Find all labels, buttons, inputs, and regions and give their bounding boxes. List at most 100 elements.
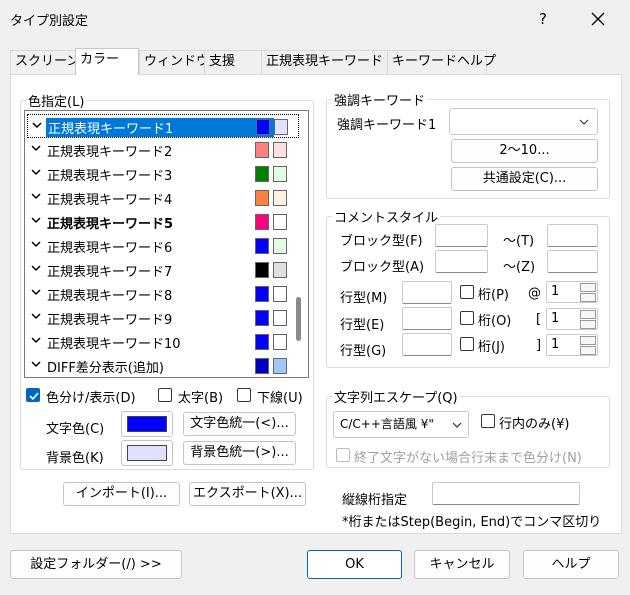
list-item[interactable]: 正規表現キーワード10	[27, 330, 299, 354]
help-title-button[interactable]: ?	[532, 7, 554, 31]
text-color-button[interactable]	[121, 411, 173, 437]
col-j-value: 1	[551, 337, 560, 352]
block-a-input[interactable]	[435, 250, 488, 273]
block-t-input[interactable]	[547, 224, 598, 247]
common-settings-button[interactable]: 共通設定(C)...	[451, 167, 598, 191]
spin-up-icon[interactable]	[580, 283, 596, 292]
col-o-spinner[interactable]: 1	[546, 308, 598, 330]
close-icon[interactable]	[586, 7, 610, 31]
col-j-checkbox[interactable]	[460, 337, 474, 351]
escape-group-label: 文字列エスケープ(Q)	[332, 387, 460, 406]
bg-color-swatch	[273, 190, 287, 206]
block-z-input[interactable]	[547, 250, 598, 273]
spin-up-icon[interactable]	[580, 336, 596, 345]
unify-text-color-button[interactable]: 文字色統一(<)...	[183, 412, 296, 436]
bg-color-swatch	[273, 334, 287, 350]
check-mark-icon	[31, 265, 41, 272]
list-item-label: 正規表現キーワード1	[46, 118, 274, 137]
list-item[interactable]: 正規表現キーワード6	[27, 234, 299, 258]
escape-select-value: C/C++言語風 ¥"	[340, 417, 434, 431]
vline-hint: *桁またはStep(Begin, End)でコンマ区切り	[342, 515, 602, 530]
line-e-input[interactable]	[402, 307, 452, 330]
list-item-label: 正規表現キーワード3	[47, 169, 173, 184]
col-o-checkbox[interactable]	[460, 311, 474, 325]
spin-down-icon[interactable]	[580, 320, 596, 329]
scrollbar-thumb[interactable]	[296, 297, 301, 341]
help-button[interactable]: ヘルプ	[523, 550, 619, 579]
spin-down-icon[interactable]	[580, 293, 596, 302]
right-bracket-symbol: ]	[536, 338, 542, 353]
line-g-input[interactable]	[402, 333, 452, 356]
check-mark-icon	[31, 169, 41, 176]
col-j-spinner[interactable]: 1	[546, 334, 598, 356]
spin-up-icon[interactable]	[580, 310, 596, 319]
emphasis-kw1-select[interactable]	[449, 108, 598, 135]
comment-group-label: コメントスタイル	[332, 207, 441, 226]
unify-bg-color-button[interactable]: 背景色統一(>)...	[183, 441, 296, 465]
check-mark-icon	[31, 145, 41, 152]
list-item[interactable]: 正規表現キーワード5	[27, 210, 299, 234]
line-only-checkbox[interactable]	[481, 414, 495, 428]
list-item[interactable]: 正規表現キーワード8	[27, 282, 299, 306]
chevron-down-icon	[452, 422, 462, 428]
list-item-label: DIFF差分表示(追加)	[47, 361, 164, 376]
list-item[interactable]: 正規表現キーワード9	[27, 306, 299, 330]
fg-color-swatch	[256, 119, 270, 135]
underline-checkbox[interactable]	[237, 388, 251, 402]
bg-color-swatch	[273, 166, 287, 182]
color-list[interactable]: 正規表現キーワード1 正規表現キーワード2 正規表現キーワード3 正規表現キーワード4…	[24, 110, 309, 378]
list-item-label: 正規表現キーワード4	[47, 193, 173, 208]
bg-color-swatch	[273, 238, 287, 254]
line-only-label: 行内のみ(¥)	[499, 417, 570, 432]
export-button[interactable]: エクスポート(X)...	[189, 482, 306, 506]
cancel-button[interactable]: キャンセル	[414, 550, 510, 579]
settings-folder-button[interactable]: 設定フォルダー(/) >>	[10, 550, 182, 579]
bold-label: 太字(B)	[178, 391, 224, 406]
tab-window[interactable]: ウィンドウ	[139, 50, 209, 74]
list-item[interactable]: 正規表現キーワード1	[27, 114, 299, 138]
color-display-checkbox[interactable]	[26, 388, 40, 402]
check-mark-icon	[31, 361, 41, 368]
vline-input[interactable]	[432, 482, 580, 505]
col-p-spinner[interactable]: 1	[546, 281, 598, 303]
tab-screen[interactable]: スクリーン	[10, 50, 79, 74]
list-item[interactable]: 正規表現キーワード3	[27, 162, 299, 186]
col-j-label: 桁(J)	[478, 340, 505, 355]
list-item-label: 正規表現キーワード6	[47, 241, 173, 256]
block-f-label: ブロック型(F)	[340, 234, 423, 249]
line-m-input[interactable]	[402, 281, 452, 304]
at-symbol: @	[528, 286, 541, 301]
tab-color[interactable]: カラー	[75, 48, 139, 75]
list-item[interactable]: 正規表現キーワード2	[27, 138, 299, 162]
fg-color-swatch	[255, 262, 269, 278]
list-item[interactable]: DIFF差分表示(追加)	[27, 354, 299, 377]
bold-checkbox[interactable]	[158, 388, 172, 402]
tab-keyword-help[interactable]: キーワードヘルプ	[387, 50, 496, 74]
bg-color-swatch	[273, 286, 287, 302]
ok-button[interactable]: OK	[307, 550, 402, 579]
emphasis-2-10-button[interactable]: 2～10...	[451, 139, 598, 163]
col-o-label: 桁(O)	[478, 314, 512, 329]
list-item[interactable]: 正規表現キーワード7	[27, 258, 299, 282]
emphasis-kw1-label: 強調キーワード1	[337, 118, 437, 133]
spin-down-icon[interactable]	[580, 346, 596, 355]
escape-select[interactable]: C/C++言語風 ¥"	[333, 411, 469, 438]
block-a-label: ブロック型(A)	[340, 260, 425, 275]
underline-label: 下線(U)	[257, 391, 303, 406]
tab-support[interactable]: 支援	[204, 50, 262, 74]
bg-color-swatch	[273, 142, 287, 158]
import-button[interactable]: インポート(I)...	[63, 482, 180, 506]
fg-color-swatch	[255, 214, 269, 230]
tab-regex-keyword[interactable]: 正規表現キーワード	[261, 50, 388, 74]
bg-color-swatch	[274, 119, 288, 135]
no-end-checkbox[interactable]	[336, 448, 350, 462]
fg-color-swatch	[255, 142, 269, 158]
block-f-input[interactable]	[435, 224, 488, 247]
list-item-label: 正規表現キーワード2	[47, 145, 173, 160]
col-p-checkbox[interactable]	[460, 285, 474, 299]
check-icon	[29, 392, 39, 401]
line-e-label: 行型(E)	[340, 318, 385, 333]
bg-color-button[interactable]	[121, 440, 173, 466]
color-group-label: 色指定(L)	[26, 91, 87, 110]
list-item[interactable]: 正規表現キーワード4	[27, 186, 299, 210]
